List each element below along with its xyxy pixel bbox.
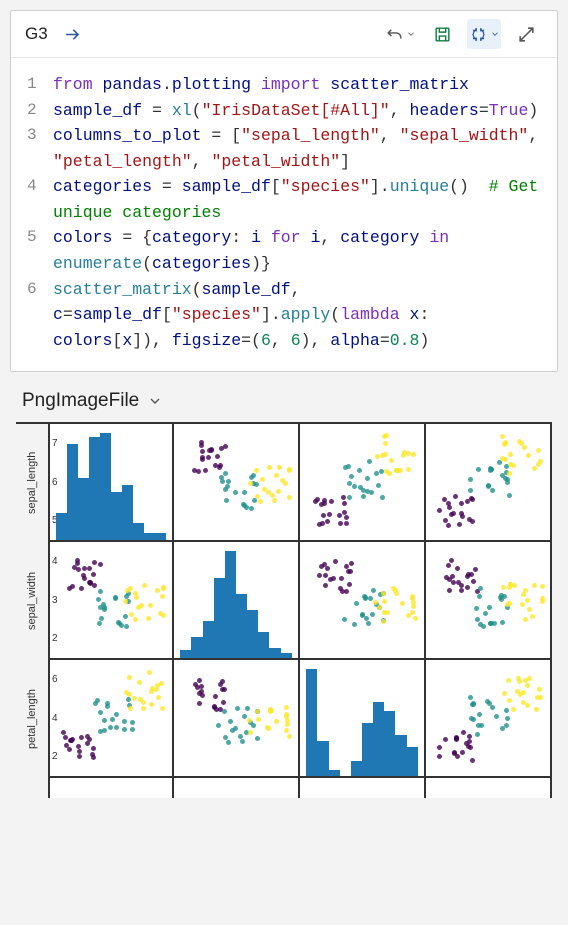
y-axis-label: petal_length: [16, 660, 48, 778]
output-section: PngImageFile sepal_length765sepal_width4…: [10, 382, 558, 798]
line-number: 1: [27, 72, 53, 97]
line-number: 3: [27, 123, 53, 148]
matrix-cell: [426, 542, 552, 660]
code-line: 6scatter_matrix(sample_df, c=sample_df["…: [27, 277, 541, 354]
code-line: 4categories = sample_df["species"].uniqu…: [27, 174, 541, 225]
code-content[interactable]: columns_to_plot = ["sepal_length", "sepa…: [53, 123, 541, 174]
matrix-cell: [174, 424, 300, 542]
matrix-cell: [300, 778, 426, 798]
matrix-cell: [174, 542, 300, 660]
output-mode-button[interactable]: [467, 19, 501, 49]
y-axis-label: [16, 778, 48, 798]
matrix-cell: [426, 660, 552, 778]
python-editor-panel: G3: [10, 10, 558, 372]
line-number: 6: [27, 277, 53, 302]
chevron-down-icon: [147, 393, 163, 409]
line-number: 2: [27, 98, 53, 123]
matrix-cell: [174, 778, 300, 798]
cell-reference: G3: [25, 24, 48, 44]
matrix-cell: 432: [48, 542, 174, 660]
expand-button[interactable]: [509, 19, 543, 49]
code-line: 5colors = {category: i for i, category i…: [27, 225, 541, 276]
output-type-label[interactable]: PngImageFile: [10, 382, 558, 422]
y-axis-label: sepal_width: [16, 542, 48, 660]
code-content[interactable]: colors = {category: i for i, category in…: [53, 225, 541, 276]
line-number: 4: [27, 174, 53, 199]
go-button[interactable]: [56, 19, 90, 49]
matrix-cell: [300, 424, 426, 542]
editor-header: G3: [11, 11, 557, 58]
code-content[interactable]: sample_df = xl("IrisDataSet[#All]", head…: [53, 98, 541, 124]
line-number: 5: [27, 225, 53, 250]
matrix-cell: 642: [48, 660, 174, 778]
matrix-cell: [426, 778, 552, 798]
undo-button[interactable]: [383, 19, 417, 49]
code-editor[interactable]: 1from pandas.plotting import scatter_mat…: [11, 58, 557, 371]
matrix-cell: [48, 778, 174, 798]
matrix-cell: [174, 660, 300, 778]
code-content[interactable]: categories = sample_df["species"].unique…: [53, 174, 541, 225]
save-button[interactable]: [425, 19, 459, 49]
code-line: 3columns_to_plot = ["sepal_length", "sep…: [27, 123, 541, 174]
code-line: 1from pandas.plotting import scatter_mat…: [27, 72, 541, 98]
y-axis-label: sepal_length: [16, 424, 48, 542]
scatter-matrix-chart: sepal_length765sepal_width432petal_lengt…: [10, 422, 558, 798]
matrix-cell: [426, 424, 552, 542]
code-content[interactable]: from pandas.plotting import scatter_matr…: [53, 72, 541, 98]
code-content[interactable]: scatter_matrix(sample_df, c=sample_df["s…: [53, 277, 541, 354]
matrix-cell: [300, 660, 426, 778]
matrix-cell: [300, 542, 426, 660]
output-title-text: PngImageFile: [22, 390, 139, 412]
code-line: 2sample_df = xl("IrisDataSet[#All]", hea…: [27, 98, 541, 124]
matrix-cell: 765: [48, 424, 174, 542]
